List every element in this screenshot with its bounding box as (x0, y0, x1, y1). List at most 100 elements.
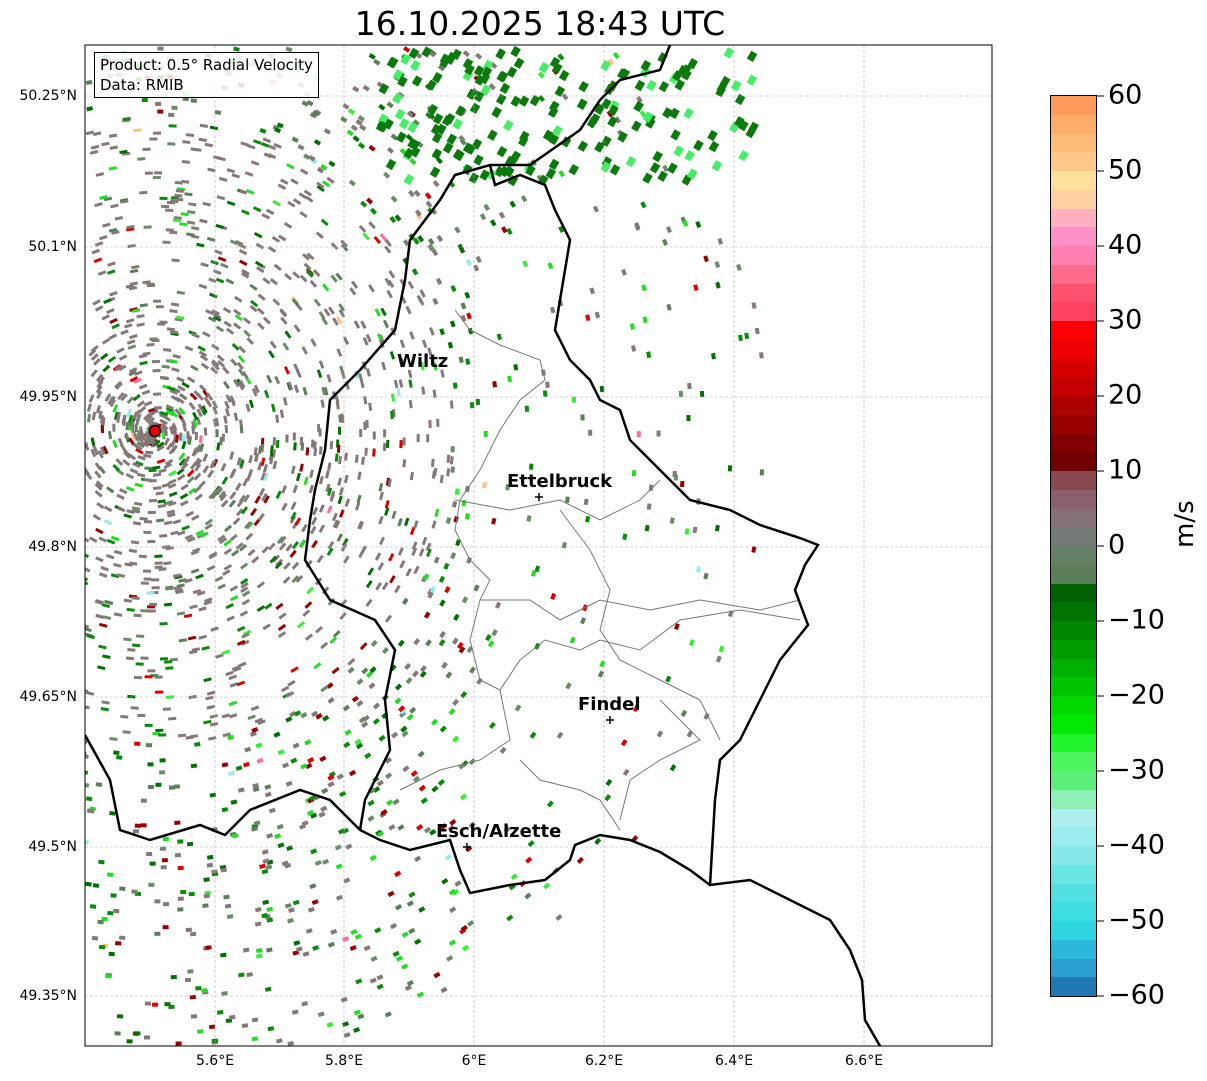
echo-gate (89, 904, 97, 909)
echo-gate (467, 920, 475, 927)
echo-gate (128, 548, 138, 553)
echo-gate (110, 893, 117, 898)
echo-gate (297, 144, 305, 151)
echo-gate (131, 889, 138, 894)
echo-gate (231, 343, 240, 351)
echo-gate (254, 260, 264, 268)
echo-gate (125, 656, 135, 661)
echo-gate (342, 1021, 350, 1027)
radar-echoes (85, 45, 765, 1046)
echo-gate (127, 243, 136, 249)
echo-gate (473, 154, 484, 166)
echo-gate (148, 499, 157, 503)
echo-gate (136, 472, 146, 478)
echo-gate (144, 1001, 151, 1006)
echo-gate (153, 486, 162, 490)
echo-gate (208, 277, 217, 284)
echo-gate (703, 255, 709, 263)
echo-gate (746, 74, 758, 86)
echo-gate (396, 131, 407, 143)
colorbar-segment (1051, 96, 1096, 115)
echo-gate (261, 213, 270, 220)
echo-gate (350, 928, 358, 936)
echo-gate (363, 945, 371, 952)
echo-gate (292, 899, 300, 906)
echo-gate (693, 139, 704, 152)
echo-gate (285, 780, 293, 787)
echo-gate (509, 200, 516, 208)
echo-gate (352, 135, 360, 143)
plot-frame (84, 44, 993, 1047)
data-source-label: Data: RMIB (100, 76, 184, 94)
echo-gate (223, 548, 233, 556)
echo-gate (157, 46, 164, 51)
echo-gate (669, 517, 675, 524)
echo-gate (408, 891, 416, 898)
colorbar-segment (1051, 977, 1096, 996)
echo-gate (307, 906, 315, 913)
echo-gate (250, 705, 260, 712)
echo-gate (257, 513, 265, 522)
echo-gate (226, 914, 234, 920)
echo-gate (436, 418, 440, 427)
echo-gate (269, 278, 278, 286)
echo-gate (139, 303, 149, 308)
echo-gate (304, 739, 312, 746)
echo-gate (424, 192, 432, 200)
echo-gate (388, 552, 395, 562)
echo-gate (140, 581, 149, 585)
echo-gate (673, 145, 684, 157)
echo-gate (210, 259, 219, 266)
colorbar-segment (1051, 677, 1096, 696)
colorbar-segment (1051, 564, 1096, 584)
echo-gate (451, 501, 458, 508)
echo-gate (91, 248, 101, 255)
echo-gate (461, 499, 467, 507)
echo-gate (163, 561, 172, 566)
echo-gate (361, 667, 369, 675)
echo-gate (622, 533, 628, 541)
echo-gate (118, 354, 128, 361)
lat-tick: 49.95°N (19, 389, 77, 405)
echo-gate (329, 636, 338, 644)
colorbar-segment (1051, 396, 1096, 415)
echo-gate (318, 504, 325, 513)
echo-gate (678, 390, 684, 397)
echo-gate (287, 1040, 295, 1046)
echo-gate (381, 361, 387, 371)
echo-gate (354, 933, 362, 940)
echo-gate (342, 936, 350, 943)
echo-gate (405, 677, 413, 685)
echo-gate (450, 466, 456, 473)
echo-gate (143, 1035, 151, 1040)
echo-gate (315, 625, 324, 634)
echo-gate (569, 636, 576, 644)
echo-gate (492, 381, 498, 388)
echo-gate (399, 559, 406, 569)
echo-gate (473, 584, 480, 592)
echo-gate (241, 1023, 249, 1029)
echo-gate (209, 1024, 216, 1030)
lon-tick: 6°E (461, 1053, 487, 1069)
echo-gate (251, 826, 258, 832)
echo-gate (286, 845, 294, 851)
echo-gate (224, 903, 232, 909)
echo-gate (317, 1011, 325, 1018)
echo-gate (416, 434, 420, 443)
echo-gate (285, 716, 293, 723)
echo-gate (684, 528, 690, 535)
echo-gate (146, 282, 155, 287)
echo-gate (109, 291, 118, 297)
echo-gate (266, 833, 274, 839)
echo-gate (194, 493, 203, 501)
echo-gate (460, 302, 467, 310)
echo-gate (313, 441, 317, 450)
echo-gate (157, 503, 166, 509)
echo-gate (140, 823, 147, 828)
echo-gate (168, 491, 178, 498)
echo-gate (163, 602, 173, 607)
echo-gate (528, 463, 534, 470)
echo-gate (201, 988, 208, 993)
echo-gate (321, 283, 330, 292)
echo-gate (465, 258, 473, 266)
